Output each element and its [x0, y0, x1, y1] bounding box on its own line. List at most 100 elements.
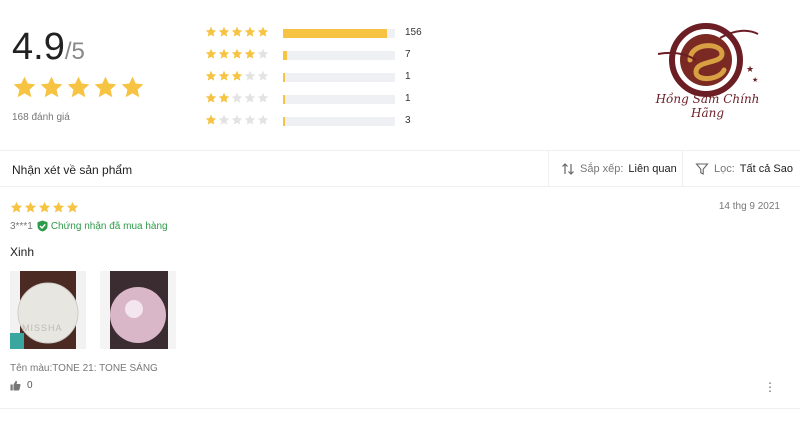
svg-text:MISSHA: MISSHA [22, 323, 63, 333]
score-value: 4.9 [12, 26, 65, 68]
star-empty-icon [231, 114, 243, 125]
more-options-icon[interactable]: ⋮ [764, 380, 776, 394]
star-filled-icon [67, 76, 90, 98]
reviews-toolbar: Nhận xét về sản phẩm Sắp xếp: Liên quan … [0, 150, 800, 187]
star-empty-icon [244, 70, 256, 81]
histogram-bar-fill [283, 117, 286, 126]
star-filled-icon [94, 76, 117, 98]
histogram-bar-fill [283, 73, 286, 82]
star-empty-icon [257, 70, 269, 81]
star-filled-icon [205, 92, 217, 103]
sort-dropdown[interactable]: Sắp xếp: Liên quan [548, 151, 682, 186]
shield-check-icon [37, 220, 48, 232]
verified-label: Chứng nhận đã mua hàng [50, 220, 168, 232]
histogram-row-3-star[interactable]: 1 [205, 68, 445, 90]
review-photo[interactable]: MISSHA [10, 271, 86, 349]
average-score: 4.9/5 [12, 26, 85, 69]
star-filled-icon [244, 26, 256, 37]
reviewer-name: 3***1 [10, 220, 33, 232]
histogram-stars [205, 114, 269, 126]
star-empty-icon [257, 114, 269, 125]
thumbs-up-icon [10, 380, 21, 391]
average-stars [12, 75, 145, 100]
reviews-heading: Nhận xét về sản phẩm [12, 163, 133, 177]
histogram-bar-track [283, 51, 395, 60]
star-filled-icon [10, 201, 23, 213]
sort-icon [562, 162, 574, 175]
logo-wordmark: Hồng Sâm Chính Hãng [655, 92, 760, 120]
filter-label: Lọc: [714, 162, 735, 175]
logo-emblem-icon: ★ ★ [657, 23, 759, 97]
histogram-count: 7 [405, 49, 411, 60]
variant-info: Tên màu:TONE 21: TONE SÁNG [10, 363, 158, 374]
like-button[interactable]: 0 [10, 380, 33, 391]
star-filled-icon [40, 76, 63, 98]
star-filled-icon [244, 48, 256, 59]
histogram-stars [205, 70, 269, 82]
star-filled-icon [257, 26, 269, 37]
svg-text:★: ★ [746, 64, 754, 74]
star-filled-icon [66, 201, 79, 213]
star-filled-icon [24, 201, 37, 213]
star-filled-icon [205, 70, 217, 81]
verified-badge: Chứng nhận đã mua hàng [37, 220, 168, 232]
star-empty-icon [244, 114, 256, 125]
star-filled-icon [231, 48, 243, 59]
histogram-bar-track [283, 95, 395, 104]
svg-text:★: ★ [752, 76, 758, 84]
star-filled-icon [13, 76, 36, 98]
histogram-bar-track [283, 73, 395, 82]
histogram-count: 1 [405, 71, 411, 82]
star-filled-icon [52, 201, 65, 213]
histogram-count: 1 [405, 93, 411, 104]
star-filled-icon [205, 48, 217, 59]
star-filled-icon [218, 48, 230, 59]
star-filled-icon [231, 70, 243, 81]
review-stars [10, 201, 79, 214]
rating-summary: 4.9/5 168 đánh giá 156 7 1 1 3 ★ ★ Hồng Sâm … [0, 0, 800, 150]
histogram-stars [205, 26, 269, 38]
sort-value: Liên quan [628, 162, 677, 175]
histogram-row-1-star[interactable]: 3 [205, 112, 445, 134]
review-count: 168 đánh giá [12, 112, 70, 123]
star-filled-icon [218, 26, 230, 37]
histogram-stars [205, 92, 269, 104]
star-empty-icon [218, 114, 230, 125]
histogram-bar-fill [283, 51, 288, 60]
cushion-puff-photo [100, 271, 176, 349]
histogram-bar-fill [283, 95, 286, 104]
histogram-count: 3 [405, 115, 411, 126]
histogram-bar-track [283, 29, 395, 38]
star-filled-icon [231, 26, 243, 37]
star-empty-icon [257, 92, 269, 103]
review-photo[interactable] [100, 271, 176, 349]
cushion-compact-photo: MISSHA [10, 271, 79, 349]
star-filled-icon [218, 70, 230, 81]
histogram-bar-fill [283, 29, 388, 38]
star-empty-icon [244, 92, 256, 103]
histogram-row-2-star[interactable]: 1 [205, 90, 445, 112]
star-filled-icon [121, 76, 144, 98]
review-item: 14 thg 9 2021 3***1 Chứng nhận đã mua hà… [0, 187, 800, 409]
review-text: Xinh [10, 245, 35, 259]
histogram-stars [205, 48, 269, 60]
star-filled-icon [38, 201, 51, 213]
star-empty-icon [231, 92, 243, 103]
histogram-count: 156 [405, 27, 422, 38]
star-filled-icon [205, 26, 217, 37]
sort-label: Sắp xếp: [580, 162, 624, 175]
score-max: /5 [64, 38, 85, 65]
filter-icon [695, 162, 709, 175]
histogram-row-4-star[interactable]: 7 [205, 46, 445, 68]
review-date: 14 thg 9 2021 [718, 201, 780, 212]
star-filled-icon [205, 114, 217, 125]
brand-logo: ★ ★ Hồng Sâm Chính Hãng [650, 20, 765, 120]
review-meta: 3***1 Chứng nhận đã mua hàng [10, 220, 168, 232]
star-empty-icon [257, 48, 269, 59]
filter-dropdown[interactable]: Lọc: Tất cả Sao [682, 151, 800, 186]
star-filled-icon [218, 92, 230, 103]
filter-value: Tất cả Sao [739, 162, 793, 175]
histogram-bar-track [283, 117, 395, 126]
like-count: 0 [27, 380, 33, 391]
histogram-row-5-star[interactable]: 156 [205, 24, 445, 46]
